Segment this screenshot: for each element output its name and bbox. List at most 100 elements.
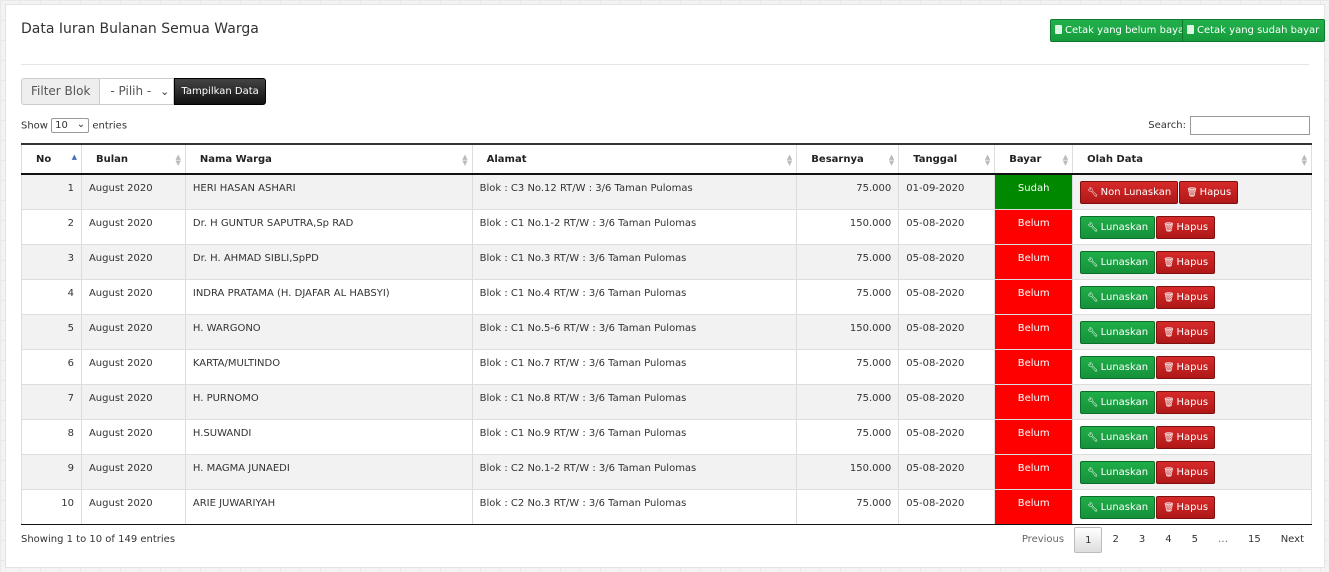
cell-nama-warga: ARIE JUWARIYAH	[184, 488, 473, 525]
cell-olah-data: 🔧︎ Lunaskan 🗑︎ Hapus	[1072, 488, 1312, 525]
delete-label: Hapus	[1176, 291, 1209, 303]
show-label: Show	[21, 120, 48, 132]
delete-button[interactable]: 🗑︎ Hapus	[1156, 495, 1216, 519]
pagination: Previous 1 2 3 4 5 … 15 Next	[1012, 527, 1314, 553]
page-5-button[interactable]: 5	[1182, 527, 1208, 553]
payment-status-badge: Belum	[994, 418, 1074, 455]
page-15-button[interactable]: 15	[1238, 527, 1271, 553]
cell-olah-data: 🔧︎ Lunaskan 🗑︎ Hapus	[1072, 243, 1312, 280]
print-unpaid-button[interactable]: Cetak yang belum bayar	[1050, 19, 1195, 42]
trash-icon: 🗑︎	[1186, 188, 1198, 198]
previous-page-button[interactable]: Previous	[1012, 527, 1074, 553]
cell-no: 5	[21, 313, 82, 350]
delete-button[interactable]: 🗑︎ Hapus	[1179, 181, 1239, 204]
mark-paid-button[interactable]: 🔧︎ Lunaskan	[1080, 460, 1156, 484]
sort-icon: ▲ ▼	[786, 153, 793, 167]
delete-button[interactable]: 🗑︎ Hapus	[1156, 425, 1216, 449]
chevron-down-icon: ⌄	[160, 85, 170, 98]
trash-icon: 🗑︎	[1163, 327, 1175, 338]
delete-label: Hapus	[1176, 256, 1209, 268]
page-3-button[interactable]: 3	[1129, 527, 1155, 553]
page-4-button[interactable]: 4	[1155, 527, 1181, 553]
cell-nama-warga: H. MAGMA JUNAEDI	[184, 453, 473, 490]
cell-tanggal: 05-08-2020	[898, 208, 996, 245]
action-label: Lunaskan	[1100, 396, 1149, 408]
cell-olah-data: 🔧︎ Lunaskan 🗑︎ Hapus	[1072, 453, 1312, 490]
print-paid-button[interactable]: Cetak yang sudah bayar	[1182, 19, 1326, 42]
print-paid-label: Cetak yang sudah bayar	[1197, 25, 1320, 36]
payment-status-badge: Belum	[994, 383, 1074, 420]
show-data-button[interactable]: Tampilkan Data	[174, 78, 266, 105]
action-label: Lunaskan	[1100, 291, 1149, 303]
mark-paid-button[interactable]: 🔧︎ Lunaskan	[1080, 390, 1156, 414]
sort-icon: ▲ ▼	[1062, 153, 1069, 167]
delete-button[interactable]: 🗑︎ Hapus	[1156, 285, 1216, 309]
action-label: Lunaskan	[1100, 221, 1149, 233]
cell-tanggal: 05-08-2020	[898, 418, 996, 455]
column-header-olah-data[interactable]: Olah Data ▲ ▼	[1072, 143, 1312, 175]
payment-status-badge: Sudah	[994, 173, 1074, 210]
page-2-button[interactable]: 2	[1102, 527, 1128, 553]
table-row: 6 August 2020 KARTA/MULTINDO Blok : C1 No.7…	[21, 348, 1312, 385]
entries-length: Show 10 ⌄ entries	[21, 118, 127, 133]
cell-olah-data: 🔧︎ Lunaskan 🗑︎ Hapus	[1072, 313, 1312, 350]
mark-paid-button[interactable]: 🔧︎ Lunaskan	[1080, 320, 1156, 344]
mark-unpaid-button[interactable]: 🔧︎ Non Lunaskan	[1080, 181, 1179, 204]
cell-no: 8	[21, 418, 82, 455]
page-1-button[interactable]: 1	[1074, 527, 1103, 553]
delete-label: Hapus	[1176, 396, 1209, 408]
delete-button[interactable]: 🗑︎ Hapus	[1156, 390, 1216, 414]
table-row: 1 August 2020 HERI HASAN ASHARI Blok : C3 N…	[21, 173, 1312, 210]
column-header-tanggal[interactable]: Tanggal ▲ ▼	[898, 143, 996, 175]
delete-button[interactable]: 🗑︎ Hapus	[1156, 215, 1216, 239]
wrench-icon: 🔧︎	[1087, 257, 1099, 268]
cell-besarnya: 75.000	[796, 173, 900, 210]
block-select[interactable]: - Pilih - ⌄	[99, 78, 175, 105]
delete-button[interactable]: 🗑︎ Hapus	[1156, 320, 1216, 344]
column-header-besarnya[interactable]: Besarnya ▲ ▼	[796, 143, 900, 175]
table-row: 4 August 2020 INDRA PRATAMA (H. DJAFAR AL …	[21, 278, 1312, 315]
cell-tanggal: 05-08-2020	[898, 348, 996, 385]
cell-nama-warga: HERI HASAN ASHARI	[184, 173, 473, 210]
action-label: Non Lunaskan	[1100, 187, 1172, 198]
mark-paid-button[interactable]: 🔧︎ Lunaskan	[1080, 495, 1156, 519]
cell-no: 9	[21, 453, 82, 490]
mark-paid-button[interactable]: 🔧︎ Lunaskan	[1080, 425, 1156, 449]
column-header-no[interactable]: No ▲	[21, 143, 82, 175]
column-header-nama[interactable]: Nama Warga ▲ ▼	[184, 143, 473, 175]
search-input[interactable]	[1190, 116, 1310, 135]
cell-no: 3	[21, 243, 82, 280]
cell-bulan: August 2020	[80, 418, 186, 455]
cell-nama-warga: H. WARGONO	[184, 313, 473, 350]
cell-besarnya: 150.000	[796, 453, 900, 490]
cell-bulan: August 2020	[80, 383, 186, 420]
sort-icon: ▲ ▼	[888, 153, 895, 167]
cell-no: 6	[21, 348, 82, 385]
table-search: Search:	[1148, 116, 1310, 135]
cell-olah-data: 🔧︎ Lunaskan 🗑︎ Hapus	[1072, 418, 1312, 455]
payment-status-badge: Belum	[994, 243, 1074, 280]
table-header-row: No ▲ Bulan ▲ ▼ Nama Warga ▲ ▼ Alamat ▲ ▼ Besarn…	[21, 143, 1312, 175]
cell-no: 2	[21, 208, 82, 245]
delete-button[interactable]: 🗑︎ Hapus	[1156, 250, 1216, 274]
mark-paid-button[interactable]: 🔧︎ Lunaskan	[1080, 285, 1156, 309]
column-header-bayar[interactable]: Bayar ▲ ▼	[994, 143, 1074, 175]
cell-no: 7	[21, 383, 82, 420]
column-header-alamat[interactable]: Alamat ▲ ▼	[471, 143, 798, 175]
cell-bulan: August 2020	[80, 488, 186, 525]
wrench-icon: 🔧︎	[1087, 222, 1099, 233]
delete-button[interactable]: 🗑︎ Hapus	[1156, 355, 1216, 379]
delete-button[interactable]: 🗑︎ Hapus	[1156, 460, 1216, 484]
mark-paid-button[interactable]: 🔧︎ Lunaskan	[1080, 355, 1156, 379]
table-row: 2 August 2020 Dr. H GUNTUR SAPUTRA,Sp RAD B…	[21, 208, 1312, 245]
cell-bulan: August 2020	[80, 313, 186, 350]
delete-label: Hapus	[1176, 326, 1209, 338]
column-header-bulan[interactable]: Bulan ▲ ▼	[80, 143, 186, 175]
entries-select[interactable]: 10 ⌄	[51, 118, 90, 133]
search-label: Search:	[1148, 120, 1186, 131]
next-page-button[interactable]: Next	[1271, 527, 1314, 553]
mark-paid-button[interactable]: 🔧︎ Lunaskan	[1080, 215, 1156, 239]
cell-alamat: Blok : C2 No.3 RT/W : 3/6 Taman Pulomas	[471, 488, 798, 525]
cell-alamat: Blok : C1 No.8 RT/W : 3/6 Taman Pulomas	[471, 383, 798, 420]
mark-paid-button[interactable]: 🔧︎ Lunaskan	[1080, 250, 1156, 274]
